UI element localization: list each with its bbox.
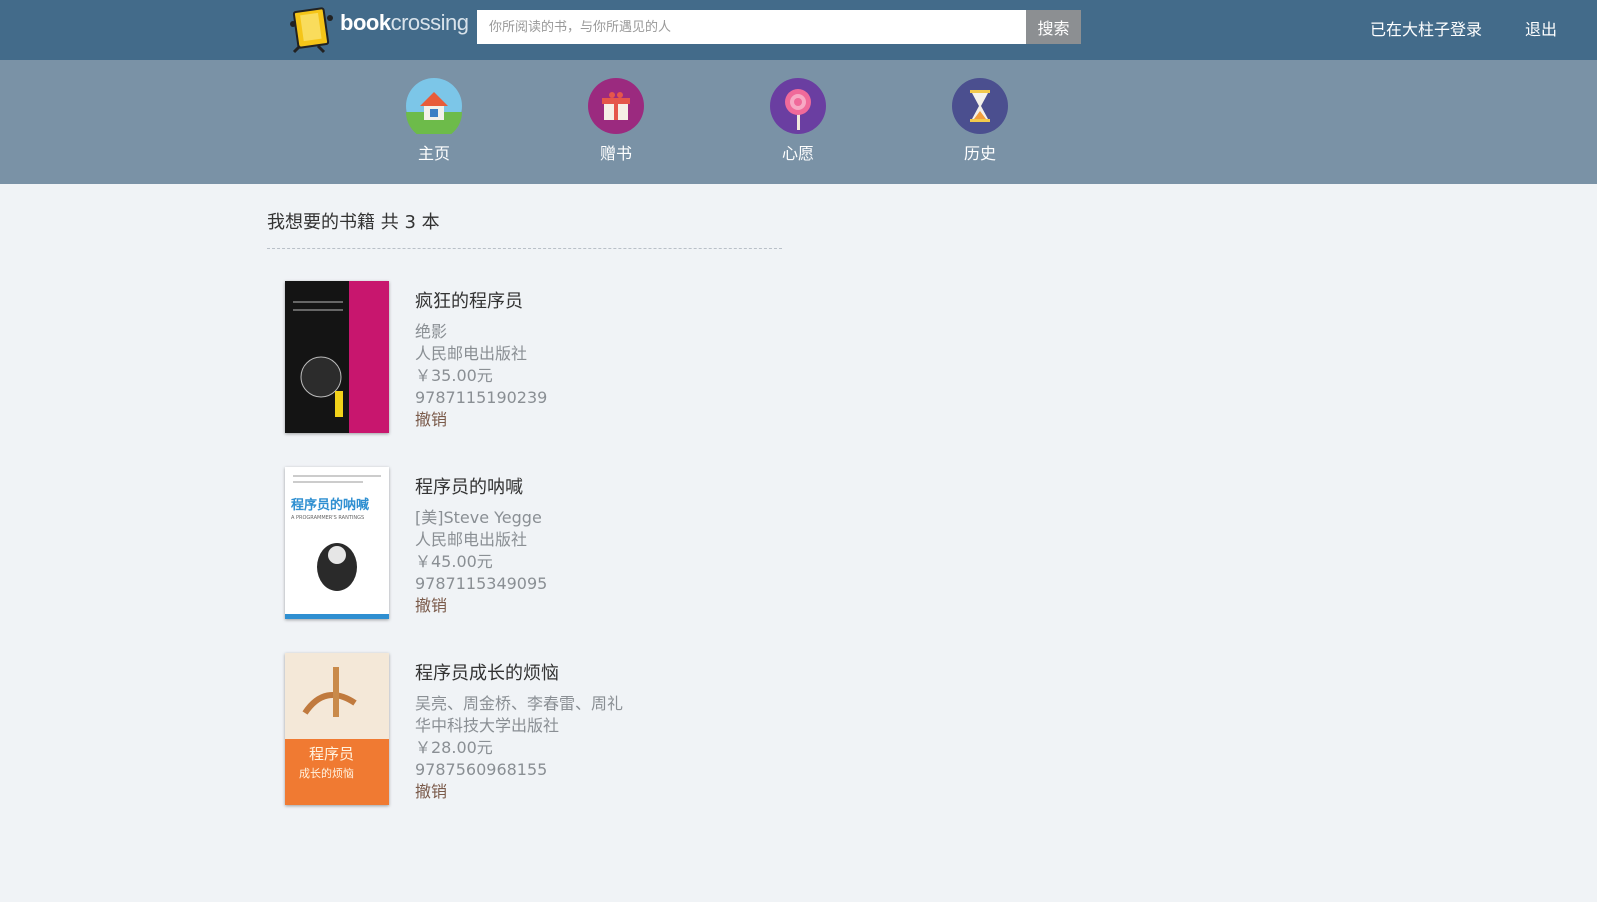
cover-title: 程序员 xyxy=(309,745,354,763)
book-info: 程序员成长的烦恼 吴亮、周金桥、李春雷、周礼 华中科技大学出版社 ￥28.00元… xyxy=(415,663,623,803)
lollipop-icon xyxy=(770,78,826,134)
book-cover[interactable]: 程序员 成长的烦恼 xyxy=(285,653,389,805)
book-author: 绝影 xyxy=(415,322,448,341)
book-price: ￥28.00元 xyxy=(415,738,493,757)
book-mascot-icon xyxy=(290,7,333,54)
book-isbn: 9787115349095 xyxy=(415,574,548,593)
revoke-button[interactable]: 撤销 xyxy=(415,595,547,617)
book-author: 吴亮、周金桥、李春雷、周礼 xyxy=(415,694,624,713)
book-cover-image: 程序员的呐喊 A PROGRAMMER'S RANTINGS xyxy=(285,467,389,619)
book-cover[interactable]: 程序员的呐喊 A PROGRAMMER'S RANTINGS xyxy=(285,467,389,619)
nav-item-gift[interactable]: 赠书 xyxy=(561,78,671,164)
home-icon xyxy=(406,78,462,134)
logout-link[interactable]: 退出 xyxy=(1525,16,1557,40)
book-cover-image xyxy=(285,281,389,433)
book-publisher: 人民邮电出版社 xyxy=(415,344,528,363)
logo-wordmark: bookcrossing xyxy=(340,10,469,35)
book-item: 疯狂的程序员 绝影 人民邮电出版社 ￥35.00元 9787115190239 … xyxy=(285,281,785,433)
nav-label-home: 主页 xyxy=(417,144,450,163)
bookcrossing-logo[interactable]: bookcrossing xyxy=(288,4,473,54)
nav-item-home[interactable]: 主页 xyxy=(379,78,489,164)
book-info: 疯狂的程序员 绝影 人民邮电出版社 ￥35.00元 9787115190239 … xyxy=(415,291,547,431)
book-isbn: 9787560968155 xyxy=(415,760,548,779)
cover-subtitle: A PROGRAMMER'S RANTINGS xyxy=(291,515,364,521)
logged-in-user-link[interactable]: 已在大柱子登录 xyxy=(1370,16,1482,40)
page-title: 我想要的书籍 共 3 本 xyxy=(267,208,782,249)
book-author: [美]Steve Yegge xyxy=(415,508,542,527)
nav-item-history[interactable]: 历史 xyxy=(925,78,1035,164)
wishlist-section: 我想要的书籍 共 3 本 xyxy=(267,184,782,249)
book-isbn: 9787115190239 xyxy=(415,388,548,407)
book-title[interactable]: 疯狂的程序员 xyxy=(415,291,547,313)
nav-label-gift: 赠书 xyxy=(599,144,632,163)
book-title[interactable]: 程序员成长的烦恼 xyxy=(415,663,623,685)
book-publisher: 人民邮电出版社 xyxy=(415,530,528,549)
search-input[interactable] xyxy=(477,10,1026,44)
book-info: 程序员的呐喊 [美]Steve Yegge 人民邮电出版社 ￥45.00元 97… xyxy=(415,477,547,617)
book-item: 程序员 成长的烦恼 程序员成长的烦恼 吴亮、周金桥、李春雷、周礼 华中科技大学出… xyxy=(285,653,785,805)
cover-subtitle: 成长的烦恼 xyxy=(299,766,354,780)
search-button[interactable]: 搜索 xyxy=(1026,10,1081,44)
book-cover-image: 程序员 成长的烦恼 xyxy=(285,653,389,805)
book-item: 程序员的呐喊 A PROGRAMMER'S RANTINGS 程序员的呐喊 [美… xyxy=(285,467,785,619)
cover-title: 程序员的呐喊 xyxy=(291,497,369,513)
nav-item-wish[interactable]: 心愿 xyxy=(743,78,853,164)
top-bar: bookcrossing 搜索 已在大柱子登录 退出 xyxy=(0,0,1597,60)
nav-label-history: 历史 xyxy=(963,144,996,163)
gift-icon xyxy=(588,78,644,134)
book-title[interactable]: 程序员的呐喊 xyxy=(415,477,547,499)
book-cover[interactable] xyxy=(285,281,389,433)
book-price: ￥45.00元 xyxy=(415,552,493,571)
book-publisher: 华中科技大学出版社 xyxy=(415,716,560,735)
nav-label-wish: 心愿 xyxy=(781,144,814,163)
category-nav: 主页 赠书 心愿 历史 xyxy=(0,60,1597,184)
book-price: ￥35.00元 xyxy=(415,366,493,385)
revoke-button[interactable]: 撤销 xyxy=(415,409,547,431)
revoke-button[interactable]: 撤销 xyxy=(415,781,623,803)
hourglass-icon xyxy=(952,78,1008,134)
